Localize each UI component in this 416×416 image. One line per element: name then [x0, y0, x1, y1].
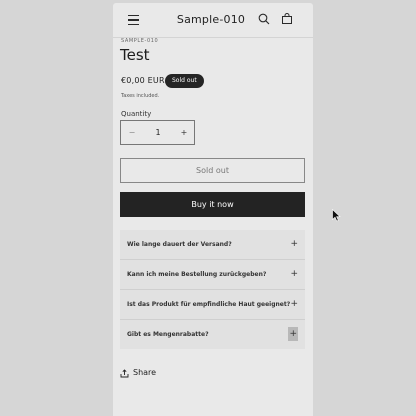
accordion-label: Ist das Produkt für empfindliche Haut ge…	[127, 301, 291, 308]
accordion-label: Kann ich meine Bestellung zurückgeben?	[127, 271, 267, 278]
product-price: €0,00 EUR	[121, 76, 165, 85]
site-header: Sample-010	[113, 3, 313, 38]
accordion-item-shipping[interactable]: Wie lange dauert der Versand? +	[120, 230, 305, 259]
product-title: Test	[120, 46, 150, 64]
accordion-item-discounts[interactable]: Gibt es Mengenrabatte? +	[120, 320, 305, 349]
brand-name[interactable]: Sample-010	[163, 13, 259, 26]
sold-out-button[interactable]: Sold out	[120, 158, 305, 183]
quantity-input[interactable]: 1	[143, 121, 173, 144]
accordion-item-sensitive-skin[interactable]: Ist das Produkt für empfindliche Haut ge…	[120, 290, 305, 319]
quantity-decrease-button[interactable]: −	[121, 121, 143, 144]
search-icon[interactable]	[258, 13, 270, 25]
plus-icon: +	[290, 269, 298, 279]
buy-it-now-button[interactable]: Buy it now	[120, 192, 305, 217]
quantity-increase-button[interactable]: +	[173, 121, 195, 144]
menu-icon[interactable]	[128, 15, 139, 25]
accordion-item-returns[interactable]: Kann ich meine Bestellung zurückgeben? +	[120, 260, 305, 289]
taxes-note: Taxes included.	[121, 93, 160, 99]
quantity-stepper: − 1 +	[120, 120, 195, 145]
plus-icon: +	[290, 299, 298, 309]
plus-icon: +	[288, 327, 298, 341]
product-page: Sample-010 SAMPLE-010 Test €0,00 EUR Sol…	[113, 3, 313, 416]
product-vendor: SAMPLE-010	[121, 38, 159, 44]
accordion-label: Wie lange dauert der Versand?	[127, 241, 232, 248]
accordion-label: Gibt es Mengenrabatte?	[127, 331, 209, 338]
share-label: Share	[133, 368, 157, 377]
sold-out-badge: Sold out	[165, 74, 204, 88]
mouse-cursor-icon	[332, 209, 341, 222]
plus-icon: +	[290, 239, 298, 249]
cart-icon[interactable]	[281, 13, 293, 25]
quantity-label: Quantity	[121, 110, 152, 118]
share-icon	[120, 369, 129, 378]
